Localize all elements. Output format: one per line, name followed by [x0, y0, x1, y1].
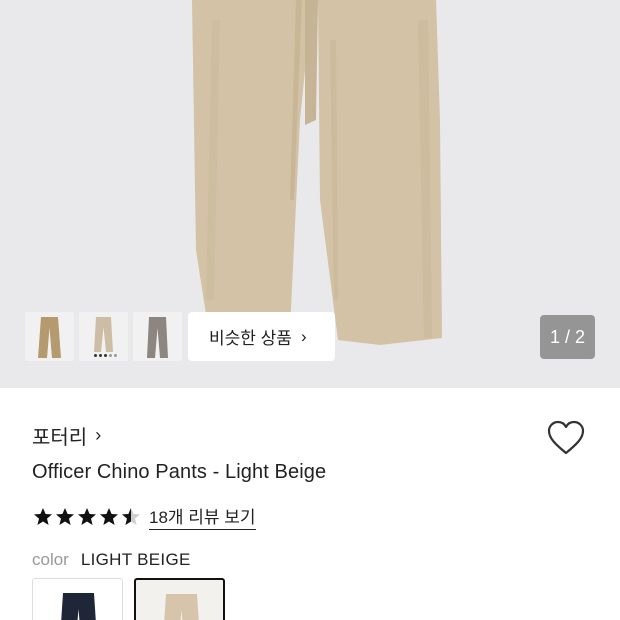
star-icon — [56, 507, 74, 525]
chevron-right-icon: › — [300, 326, 307, 346]
thumbnail-khaki[interactable] — [25, 312, 74, 361]
review-link[interactable]: 18개 리뷰 보기 — [149, 503, 256, 530]
product-title: Officer Chino Pants - Light Beige — [32, 461, 327, 483]
star-icon — [100, 507, 118, 525]
color-label: color — [32, 550, 69, 569]
color-swatches — [32, 578, 225, 620]
pants-thumbnail-icon — [147, 317, 168, 358]
pants-swatch-icon — [61, 593, 96, 620]
chevron-right-icon: › — [95, 425, 102, 445]
rating-row: 18개 리뷰 보기 — [33, 503, 256, 530]
brand-name: 포터리 — [32, 427, 88, 449]
product-image-gallery[interactable]: 비슷한 상품 › 1 / 2 — [0, 0, 620, 388]
color-row: color LIGHT BEIGE — [32, 550, 191, 570]
pants-thumbnail-icon — [38, 317, 61, 358]
swatch-light-beige[interactable] — [134, 578, 225, 620]
brand-link[interactable]: 포터리 › — [32, 421, 101, 450]
thumbnail-light-beige[interactable] — [79, 312, 128, 361]
star-icon — [34, 507, 52, 525]
half-star-icon — [122, 507, 140, 525]
image-pager: 1 / 2 — [540, 315, 595, 359]
star-rating — [33, 507, 141, 527]
pants-swatch-icon — [164, 594, 199, 620]
star-icon — [78, 507, 96, 525]
thumbnail-gray[interactable] — [133, 312, 182, 361]
similar-products-label: 비슷한 상품 — [209, 329, 292, 348]
swatch-navy[interactable] — [32, 578, 123, 620]
color-value: LIGHT BEIGE — [80, 550, 191, 569]
color-dots — [94, 354, 117, 357]
heart-outline-icon[interactable] — [547, 420, 585, 456]
similar-products-button[interactable]: 비슷한 상품 › — [188, 312, 335, 361]
thumbnail-strip — [25, 312, 182, 361]
